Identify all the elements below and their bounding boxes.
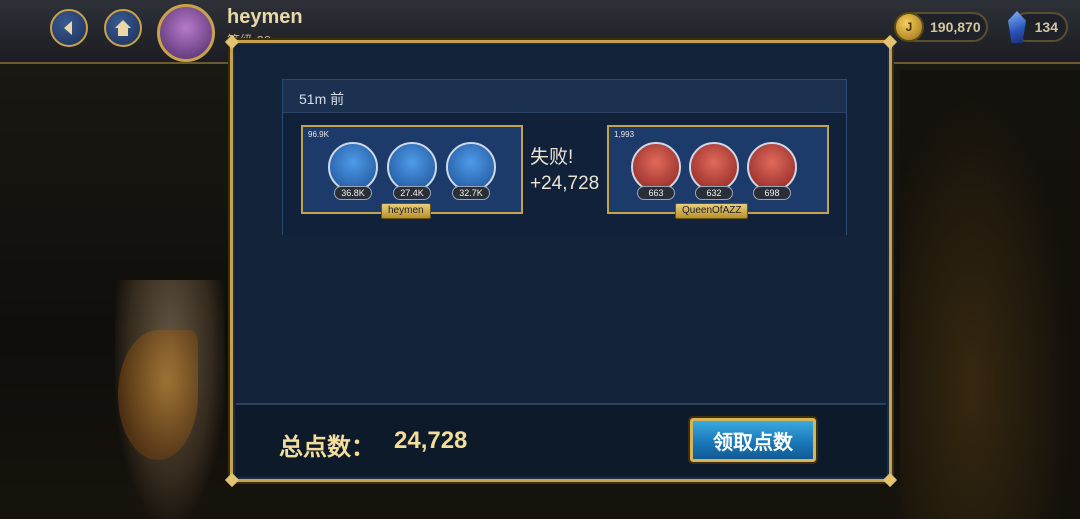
back-button[interactable] — [50, 9, 88, 47]
home-button[interactable] — [104, 9, 142, 47]
hero-power: 32.7K — [452, 186, 490, 200]
hero-power: 663 — [637, 186, 675, 200]
coin-counter[interactable]: J 190,870 — [894, 12, 988, 42]
result-status: 失败! — [530, 147, 574, 168]
battle-result: 失败! +24,728 — [530, 145, 599, 197]
battle-time: 51m 前 — [299, 91, 345, 107]
battle-list[interactable]: 51m 前 96.9K 36.8K 27.4K 32.7K heymen 失败!… — [236, 46, 886, 406]
hero-portrait — [689, 142, 739, 192]
player-name: heymen — [227, 6, 303, 28]
gem-amount: 134 — [1034, 19, 1058, 35]
background-character-wing — [118, 330, 198, 460]
battle-entry[interactable]: 51m 前 96.9K 36.8K 27.4K 32.7K heymen 失败!… — [282, 79, 847, 235]
claim-points-button[interactable]: 领取点数 — [690, 418, 816, 462]
enemy-team[interactable]: 1,993 663 632 698 QueenOfAZZ — [607, 125, 829, 219]
hero-portrait — [631, 142, 681, 192]
hero-portrait — [328, 142, 378, 192]
battle-row: 96.9K 36.8K 27.4K 32.7K heymen 失败! +24,7… — [283, 112, 846, 235]
hero-portrait — [747, 142, 797, 192]
background-scenery — [900, 70, 1080, 519]
gem-icon — [1008, 11, 1026, 43]
hero-power: 27.4K — [393, 186, 431, 200]
battle-log-dialog: 51m 前 96.9K 36.8K 27.4K 32.7K heymen 失败!… — [224, 34, 898, 488]
dialog-footer: 总点数： 24,728 领取点数 — [236, 403, 886, 476]
coin-icon: J — [894, 12, 924, 42]
hero-portrait — [446, 142, 496, 192]
hero-power: 698 — [753, 186, 791, 200]
result-points: +24,728 — [530, 173, 600, 194]
team-power: 1,993 — [614, 130, 635, 139]
total-points-value: 24,728 — [394, 427, 468, 454]
player-team[interactable]: 96.9K 36.8K 27.4K 32.7K heymen — [301, 125, 523, 219]
team-power: 96.9K — [308, 130, 329, 139]
home-icon — [115, 20, 131, 36]
total-points-label: 总点数： — [279, 434, 375, 461]
player-avatar[interactable] — [157, 4, 215, 62]
enemy-team-name: QueenOfAZZ — [675, 203, 749, 219]
hero-power: 632 — [695, 186, 733, 200]
gem-counter[interactable]: 134 — [1008, 11, 1068, 43]
hero-portrait — [387, 142, 437, 192]
coin-amount: 190,870 — [930, 19, 981, 35]
hero-power: 36.8K — [334, 186, 372, 200]
player-team-name: heymen — [381, 203, 431, 219]
back-arrow-icon — [64, 21, 72, 35]
